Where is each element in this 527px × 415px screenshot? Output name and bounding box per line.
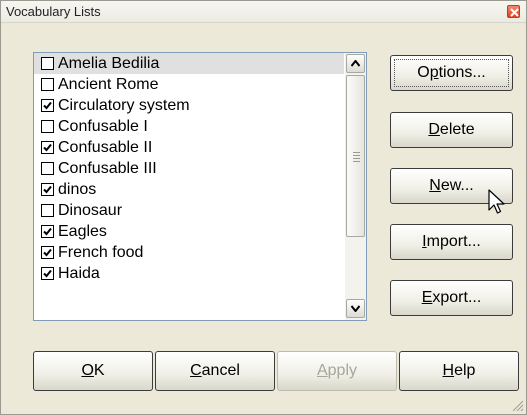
resize-grip-icon[interactable]: [512, 400, 524, 412]
list-item-label: Eagles: [58, 223, 107, 240]
vocabulary-list[interactable]: Amelia Bedilia Ancient Rome Circulatory sy…: [33, 52, 367, 321]
checkbox-icon[interactable]: [41, 57, 54, 70]
mouse-pointer-icon: [488, 189, 505, 214]
new-label-accel: N: [429, 177, 441, 194]
apply-button[interactable]: Apply: [277, 351, 397, 391]
list-item-label: Ancient Rome: [58, 76, 159, 93]
import-button[interactable]: Import...: [390, 224, 513, 260]
list-item-label: Dinosaur: [58, 202, 123, 219]
list-item[interactable]: dinos: [34, 179, 344, 200]
checkbox-icon[interactable]: [41, 183, 54, 196]
ok-label-accel: O: [81, 362, 94, 379]
delete-label-post: elete: [439, 121, 475, 138]
options-label-pre: O: [417, 64, 430, 81]
scroll-thumb[interactable]: [346, 75, 365, 237]
checkbox-icon[interactable]: [41, 204, 54, 217]
delete-label-accel: D: [428, 121, 440, 138]
cancel-label-accel: C: [190, 362, 202, 379]
scroll-down-button[interactable]: [346, 299, 365, 318]
help-label-post: elp: [454, 362, 476, 379]
close-icon: [510, 8, 519, 17]
options-label-post: tions...: [438, 64, 486, 81]
options-button[interactable]: Options...: [390, 55, 513, 91]
list-items: Amelia Bedilia Ancient Rome Circulatory sy…: [34, 53, 344, 284]
checkbox-icon[interactable]: [41, 246, 54, 259]
help-label-accel: H: [442, 362, 455, 379]
thumb-grip-icon: [353, 152, 360, 164]
list-item[interactable]: Ancient Rome: [34, 74, 344, 95]
list-item-label: Haida: [58, 265, 100, 282]
list-item[interactable]: Amelia Bedilia: [34, 53, 344, 74]
list-item[interactable]: Haida: [34, 263, 344, 284]
export-label-accel: E: [421, 289, 433, 306]
list-item[interactable]: French food: [34, 242, 344, 263]
new-label-post: ew...: [440, 177, 474, 194]
list-item-label: dinos: [58, 181, 97, 198]
scroll-down-arrow-icon: [351, 305, 360, 312]
list-item-label: French food: [58, 244, 144, 261]
list-item[interactable]: Confusable III: [34, 158, 344, 179]
close-button[interactable]: [507, 5, 520, 18]
help-button[interactable]: Help: [399, 351, 519, 391]
title-bar: Vocabulary Lists: [1, 1, 526, 23]
scroll-up-arrow-icon: [351, 60, 360, 67]
list-item[interactable]: Confusable II: [34, 137, 344, 158]
export-button[interactable]: Export...: [390, 280, 513, 316]
list-item[interactable]: Dinosaur: [34, 200, 344, 221]
list-item[interactable]: Eagles: [34, 221, 344, 242]
cancel-button[interactable]: Cancel: [155, 351, 275, 391]
vocabulary-lists-dialog: Vocabulary Lists Amelia Bedilia Ancient R…: [0, 0, 527, 415]
list-item-label: Circulatory system: [58, 97, 190, 114]
options-label-accel: p: [429, 64, 439, 81]
checkbox-icon[interactable]: [41, 120, 54, 133]
checkbox-icon[interactable]: [41, 267, 54, 280]
list-item[interactable]: Confusable I: [34, 116, 344, 137]
export-label-post: xport...: [432, 289, 482, 306]
checkbox-icon[interactable]: [41, 141, 54, 154]
list-item-label: Amelia Bedilia: [58, 55, 160, 72]
delete-button[interactable]: Delete: [390, 112, 513, 148]
list-item-label: Confusable III: [58, 160, 157, 177]
checkbox-icon[interactable]: [41, 78, 54, 91]
checkbox-icon[interactable]: [41, 162, 54, 175]
cancel-label-post: ancel: [201, 362, 240, 379]
checkbox-icon[interactable]: [41, 225, 54, 238]
scroll-up-button[interactable]: [346, 54, 365, 73]
vertical-scrollbar[interactable]: [345, 53, 366, 320]
list-item-label: Confusable II: [58, 139, 153, 156]
ok-button[interactable]: OK: [33, 351, 153, 391]
list-item-label: Confusable I: [58, 118, 148, 135]
checkbox-icon[interactable]: [41, 99, 54, 112]
window-title: Vocabulary Lists: [6, 4, 101, 19]
ok-label-post: K: [93, 362, 105, 379]
apply-label-post: pply: [327, 362, 358, 379]
apply-label-accel: A: [316, 362, 328, 379]
list-item[interactable]: Circulatory system: [34, 95, 344, 116]
import-label-post: mport...: [426, 233, 481, 250]
